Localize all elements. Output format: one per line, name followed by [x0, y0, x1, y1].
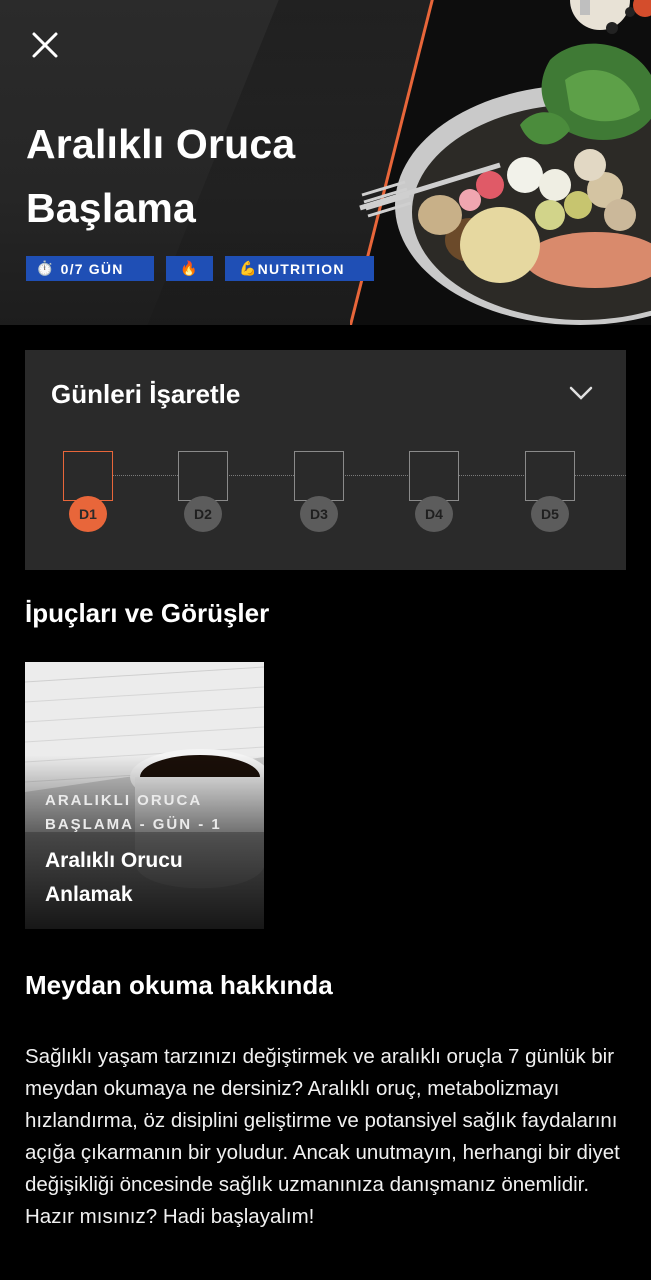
day-label: D3 [300, 496, 338, 532]
progress-badge: ⏱️ 0/7 GÜN [26, 256, 154, 281]
chevron-down-icon[interactable] [569, 384, 593, 402]
day-checkbox[interactable] [294, 451, 344, 501]
hero-header: Aralıklı Oruca Başlama ⏱️ 0/7 GÜN 🔥 💪 NU… [0, 0, 651, 325]
day-item-d2[interactable]: D2 [177, 450, 229, 540]
streak-badge: 🔥 [166, 256, 213, 281]
day-item-d3[interactable]: D3 [293, 450, 345, 540]
page-title: Aralıklı Oruca Başlama [26, 121, 296, 231]
day-checkbox[interactable] [63, 451, 113, 501]
tip-card-title: Aralıklı Orucu Anlamak [45, 849, 183, 906]
food-plate-image [350, 0, 651, 325]
stopwatch-icon: ⏱️ [36, 260, 55, 276]
day-item-d5[interactable]: D5 [524, 450, 576, 540]
badge-row: ⏱️ 0/7 GÜN 🔥 💪 NUTRITION [26, 256, 374, 281]
day-checkbox[interactable] [178, 451, 228, 501]
day-label: D5 [531, 496, 569, 532]
day-item-d1[interactable]: D1 [62, 450, 114, 540]
close-icon[interactable] [28, 28, 62, 62]
day-label: D2 [184, 496, 222, 532]
day-checkbox[interactable] [409, 451, 459, 501]
day-item-d4[interactable]: D4 [408, 450, 460, 540]
flexed-biceps-icon: 💪 [239, 260, 258, 276]
day-label: D4 [415, 496, 453, 532]
tip-card[interactable]: ARALIKLI ORUCA BAŞLAMA - GÜN - 1 Aralıkl… [25, 662, 264, 929]
about-description: Sağlıklı yaşam tarzınızı değiştirmek ve … [25, 1045, 620, 1228]
day-label: D1 [69, 496, 107, 532]
fire-icon: 🔥 [180, 260, 199, 276]
day-checkbox[interactable] [525, 451, 575, 501]
about-section-title: Meydan okuma hakkında [25, 970, 333, 1000]
tip-card-subtitle: ARALIKLI ORUCA BAŞLAMA - GÜN - 1 [45, 792, 222, 833]
category-badge: 💪 NUTRITION [225, 256, 374, 281]
tips-section-title: İpuçları ve Görüşler [25, 598, 270, 628]
mark-days-card: Günleri İşaretle D1 D2 D3 D4 D5 [25, 350, 626, 570]
progress-badge-label: 0/7 GÜN [60, 260, 124, 277]
mark-days-title: Günleri İşaretle [51, 379, 241, 409]
category-badge-label: NUTRITION [257, 260, 345, 277]
